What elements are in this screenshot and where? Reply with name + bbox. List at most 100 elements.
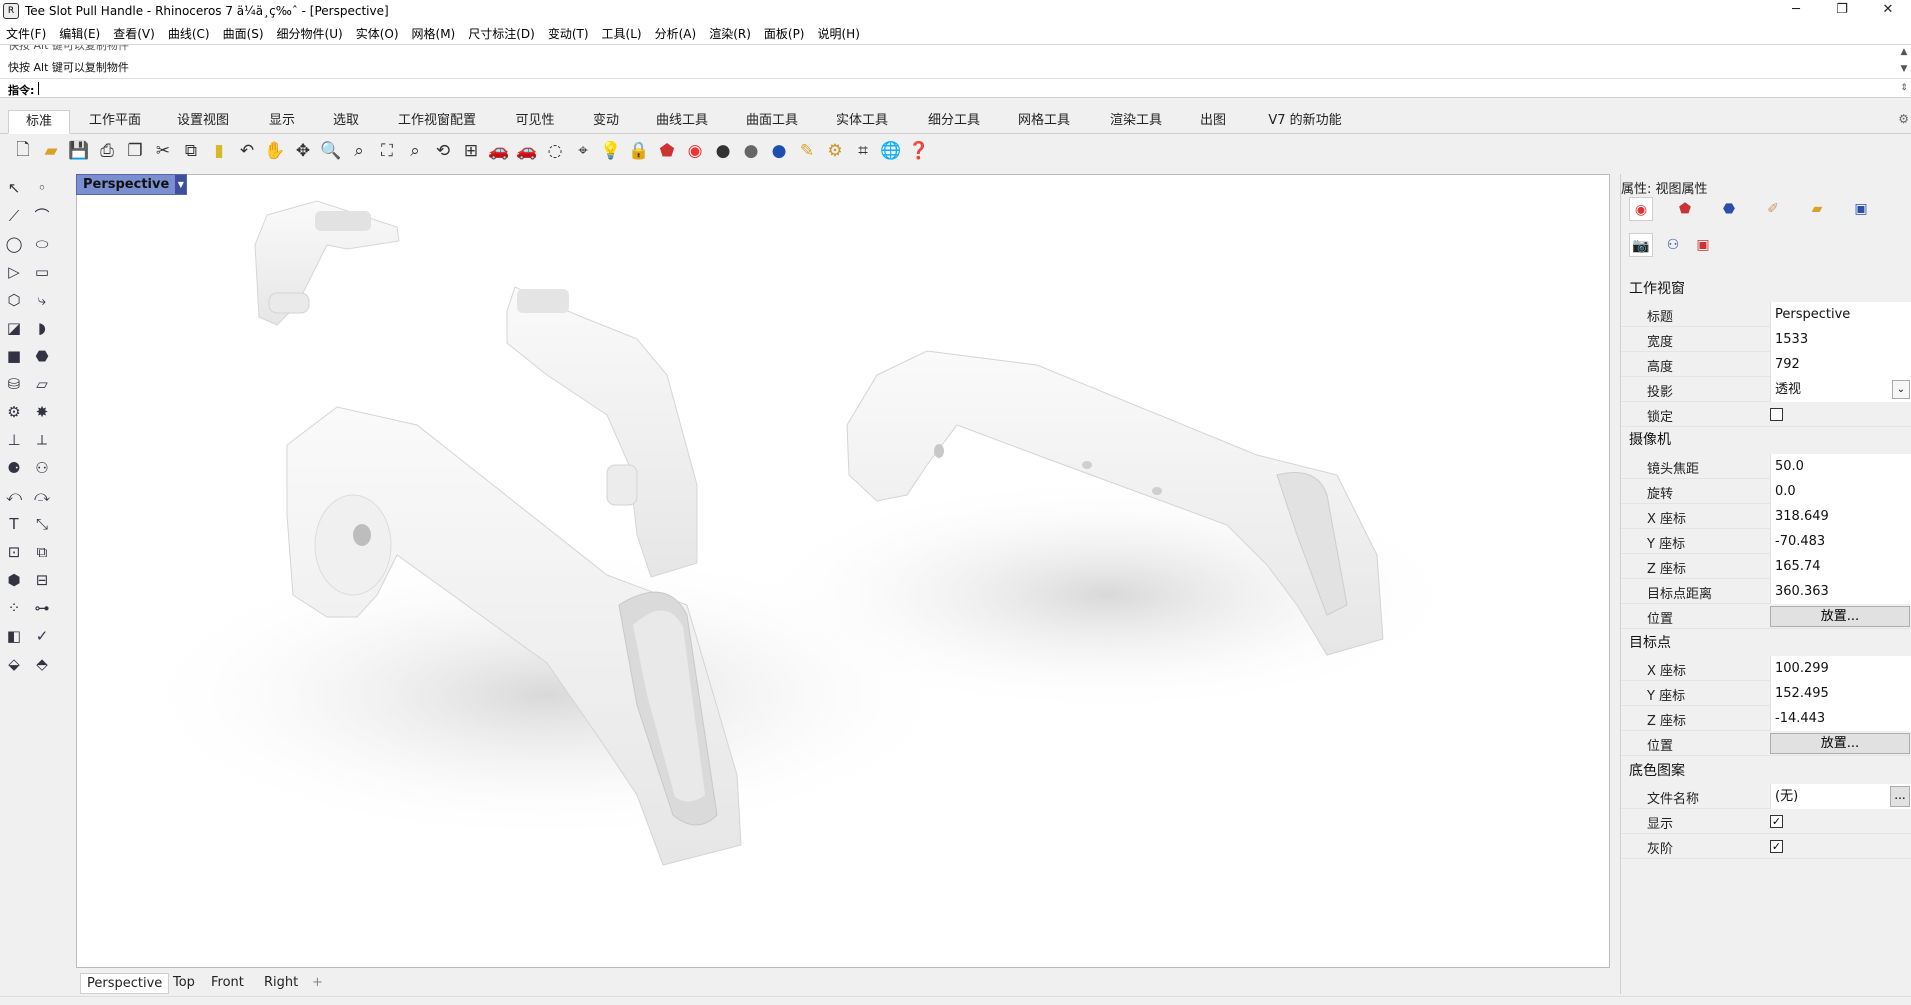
camera-x-field[interactable]: 318.649 bbox=[1770, 504, 1911, 529]
tab-render-tools[interactable]: 渲染工具 bbox=[1096, 110, 1176, 134]
undo-icon[interactable]: ↶ bbox=[234, 138, 260, 164]
rotate-view-icon[interactable]: ⟲ bbox=[430, 138, 456, 164]
rebuild-icon[interactable]: ⤼ bbox=[30, 484, 54, 508]
zoom-icon[interactable]: 🔍 bbox=[318, 138, 344, 164]
vtab-right[interactable]: Right bbox=[258, 973, 304, 994]
tab-surface-tools[interactable]: 曲面工具 bbox=[732, 110, 812, 134]
vtab-top[interactable]: Top bbox=[167, 973, 201, 994]
vtab-front[interactable]: Front bbox=[205, 973, 250, 994]
tab-standard[interactable]: 标准 bbox=[8, 110, 70, 134]
array-icon[interactable]: ⁘ bbox=[2, 596, 26, 620]
explode-icon[interactable]: ✸ bbox=[30, 400, 54, 424]
menu-view[interactable]: 查看(V) bbox=[113, 25, 155, 42]
zoom-extents-icon[interactable]: ⛶ bbox=[374, 138, 400, 164]
camera-z-field[interactable]: 165.74 bbox=[1770, 554, 1911, 579]
curve-icon[interactable]: ⌒ bbox=[30, 204, 54, 228]
add-viewport-tab-icon[interactable]: + bbox=[306, 973, 329, 994]
pencil-icon[interactable]: ✎ bbox=[794, 138, 820, 164]
color-wheel-icon[interactable]: ◉ bbox=[682, 138, 708, 164]
save-icon[interactable]: 💾 bbox=[66, 138, 92, 164]
scroll-arrows-icon[interactable]: ⇕ bbox=[1899, 81, 1909, 95]
boolean-union-icon[interactable]: ⬣ bbox=[30, 344, 54, 368]
close-button[interactable]: ✕ bbox=[1865, 0, 1911, 22]
menu-file[interactable]: 文件(F) bbox=[6, 25, 46, 42]
zoom-selected-icon[interactable]: ⌕ bbox=[402, 138, 428, 164]
rendering-tab-icon[interactable]: ▣ bbox=[1849, 197, 1873, 221]
camera-tab-icon[interactable]: 📷 bbox=[1629, 233, 1653, 257]
gear-tool-icon[interactable]: ⚙ bbox=[2, 400, 26, 424]
display-tab-icon[interactable]: ▣ bbox=[1691, 233, 1715, 257]
target-place-button[interactable]: 放置... bbox=[1770, 733, 1910, 754]
cylinder-icon[interactable]: ⛁ bbox=[2, 372, 26, 396]
menu-transform[interactable]: 变动(T) bbox=[548, 25, 589, 42]
grayscale-checkbox[interactable]: ✓ bbox=[1770, 840, 1783, 853]
tab-select[interactable]: 选取 bbox=[318, 110, 374, 134]
folder-tab-icon[interactable]: ▰ bbox=[1805, 197, 1829, 221]
box-solid-icon[interactable]: ■ bbox=[2, 344, 26, 368]
scroll-down-icon[interactable]: ▼ bbox=[1899, 62, 1909, 76]
pan-hand-icon[interactable]: ✋ bbox=[262, 138, 288, 164]
show-checkbox[interactable]: ✓ bbox=[1770, 815, 1783, 828]
menu-surface[interactable]: 曲面(S) bbox=[223, 25, 264, 42]
target-z-field[interactable]: -14.443 bbox=[1770, 706, 1911, 731]
offset-curve-icon[interactable]: ⤺ bbox=[2, 484, 26, 508]
menu-tools[interactable]: 工具(L) bbox=[602, 25, 642, 42]
menu-dimension[interactable]: 尺寸标注(D) bbox=[468, 25, 535, 42]
color-wheel-tab-icon[interactable]: ◉ bbox=[1629, 197, 1653, 221]
analysis-icon[interactable]: ⊶ bbox=[30, 596, 54, 620]
block-icon[interactable]: ⬢ bbox=[2, 568, 26, 592]
menu-curve[interactable]: 曲线(C) bbox=[168, 25, 210, 42]
print-icon[interactable]: ⎙ bbox=[94, 138, 120, 164]
material-tab-icon[interactable]: ⬟ bbox=[1673, 197, 1697, 221]
move-icon[interactable]: ✥ bbox=[290, 138, 316, 164]
render-shape-icon[interactable]: ◧ bbox=[2, 624, 26, 648]
layout-icon[interactable]: ⊟ bbox=[30, 568, 54, 592]
copy-icon[interactable]: ⧉ bbox=[178, 138, 204, 164]
browse-button[interactable]: ... bbox=[1890, 786, 1910, 807]
tab-set-view[interactable]: 设置视图 bbox=[166, 110, 240, 134]
rectangle-icon[interactable]: ▭ bbox=[30, 260, 54, 284]
rotation-field[interactable]: 0.0 bbox=[1770, 479, 1911, 504]
ground-plane-tab-icon[interactable]: ✐ bbox=[1761, 197, 1785, 221]
viewport-title-field[interactable]: Perspective bbox=[1770, 302, 1911, 327]
tab-whats-new[interactable]: V7 的新功能 bbox=[1250, 110, 1360, 134]
menu-subd[interactable]: 细分物件(U) bbox=[277, 25, 343, 42]
scroll-up-icon[interactable]: ▲ bbox=[1899, 45, 1909, 59]
help-icon[interactable]: ❓ bbox=[906, 138, 932, 164]
surface-corner-icon[interactable]: ◪ bbox=[2, 316, 26, 340]
tab-solid-tools[interactable]: 实体工具 bbox=[822, 110, 902, 134]
camera-place-button[interactable]: 放置... bbox=[1770, 606, 1910, 627]
circle-tool-icon[interactable]: ◯ bbox=[2, 232, 26, 256]
lock-checkbox[interactable] bbox=[1770, 408, 1783, 421]
copy-page-icon[interactable]: ❐ bbox=[122, 138, 148, 164]
tab-mesh-tools[interactable]: 网格工具 bbox=[1004, 110, 1084, 134]
car-icon[interactable]: 🚗 bbox=[486, 138, 512, 164]
grid-snap-icon[interactable]: ⌗ bbox=[850, 138, 876, 164]
target-distance-field[interactable]: 360.363 bbox=[1770, 579, 1911, 604]
tab-drafting[interactable]: 出图 bbox=[1188, 110, 1238, 134]
rendered-sphere-icon[interactable]: ● bbox=[738, 138, 764, 164]
blue-sphere-icon[interactable]: ● bbox=[766, 138, 792, 164]
tab-curve-tools[interactable]: 曲线工具 bbox=[642, 110, 722, 134]
viewport-height-field[interactable]: 792 bbox=[1770, 352, 1911, 377]
tab-display[interactable]: 显示 bbox=[254, 110, 310, 134]
tab-transform[interactable]: 变动 bbox=[578, 110, 634, 134]
shaded-sphere-icon[interactable]: ● bbox=[710, 138, 736, 164]
menu-analyze[interactable]: 分析(A) bbox=[655, 25, 697, 42]
ungroup-icon[interactable]: ⚇ bbox=[30, 456, 54, 480]
target-y-field[interactable]: 152.495 bbox=[1770, 681, 1911, 706]
point-icon[interactable]: ◦ bbox=[30, 176, 54, 200]
viewport-width-field[interactable]: 1533 bbox=[1770, 327, 1911, 352]
projection-select[interactable]: 透视 ⌄ bbox=[1770, 377, 1911, 402]
menu-solid[interactable]: 实体(O) bbox=[356, 25, 399, 42]
ellipse-icon[interactable]: ⬭ bbox=[30, 232, 54, 256]
light-bulb-icon[interactable]: 💡 bbox=[598, 138, 624, 164]
osnap-icon[interactable]: ⌖ bbox=[570, 138, 596, 164]
viewport-menu-arrow-icon[interactable]: ▼ bbox=[175, 175, 187, 194]
maximize-button[interactable]: ❐ bbox=[1819, 0, 1865, 22]
extrude-curve-icon[interactable]: ◗ bbox=[30, 316, 54, 340]
four-view-icon[interactable]: ⊞ bbox=[458, 138, 484, 164]
car-ghost-icon[interactable]: 🚗 bbox=[514, 138, 540, 164]
viewport-title-tab[interactable]: Perspective ▼ bbox=[76, 174, 188, 195]
cut-icon[interactable]: ✂ bbox=[150, 138, 176, 164]
